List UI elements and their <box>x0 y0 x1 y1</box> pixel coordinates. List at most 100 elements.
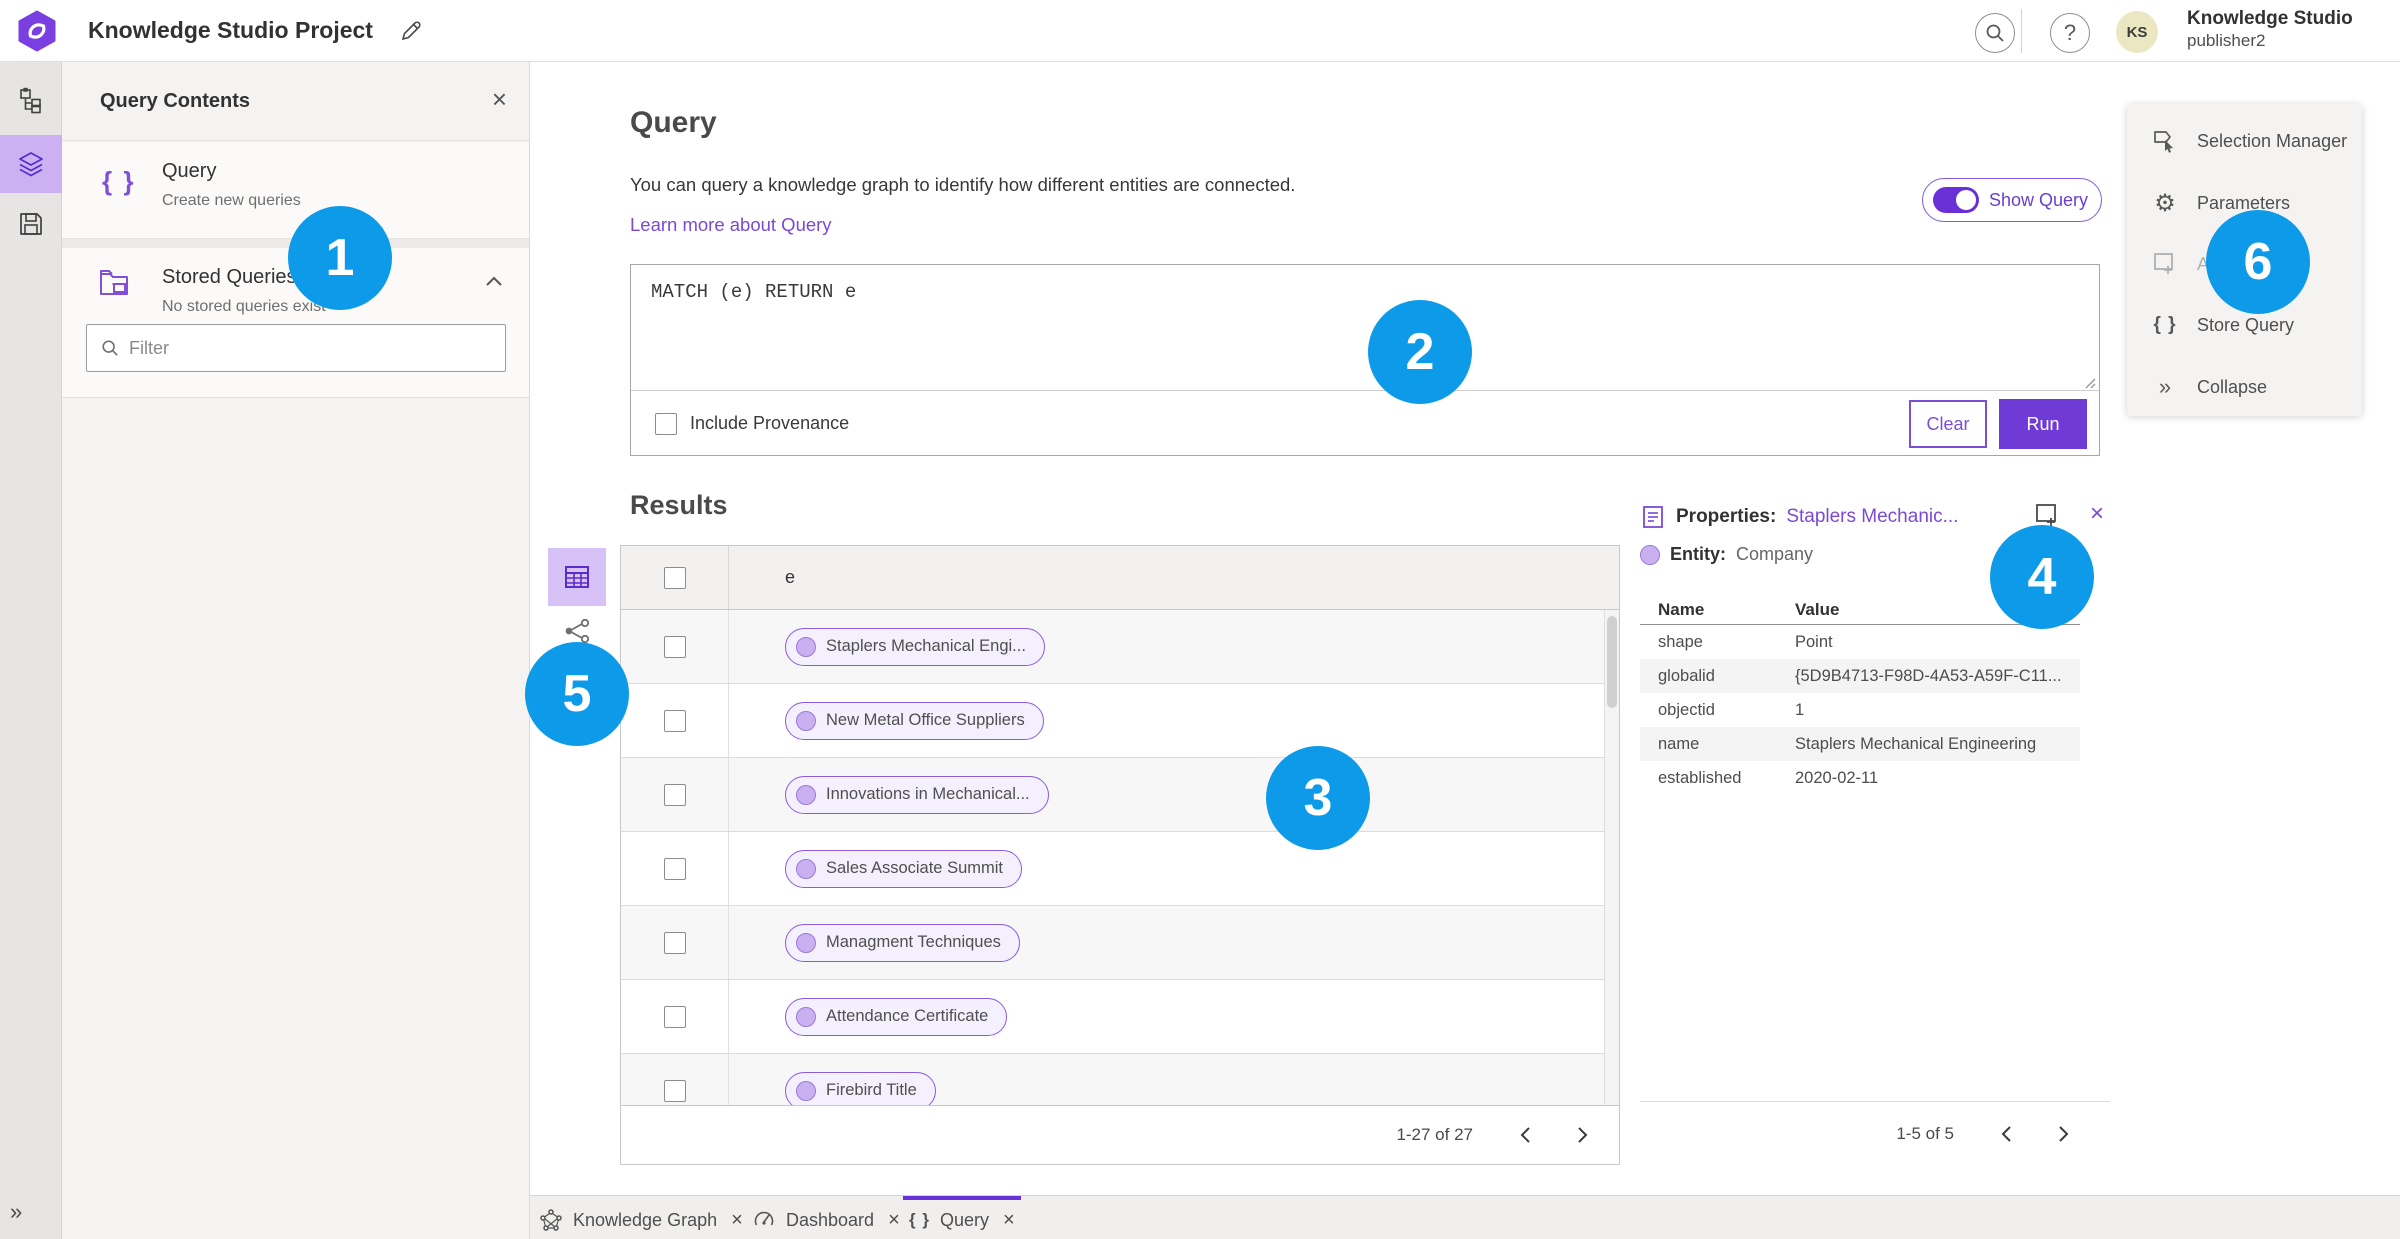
braces-icon: { } <box>909 1210 930 1229</box>
close-properties-icon[interactable]: × <box>2090 500 2104 528</box>
row-checkbox[interactable] <box>663 857 686 880</box>
collapse-button[interactable]: » Collapse <box>2127 356 2362 418</box>
table-row[interactable]: Sales Associate Summit <box>621 832 1619 906</box>
entity-dot-icon <box>1640 544 1660 565</box>
user-block[interactable]: Knowledge Studio publisher2 <box>2187 8 2353 51</box>
selection-manager-button[interactable]: Selection Manager <box>2127 110 2362 172</box>
table-icon <box>565 566 589 588</box>
sidebar-item-query[interactable]: { } Query Create new queries <box>62 142 529 239</box>
annotation-badge-3: 3 <box>1266 746 1370 850</box>
data-model-rail-button[interactable] <box>0 73 62 131</box>
entity-label: Entity: <box>1670 544 1726 564</box>
results-pagination: 1-27 of 27 <box>621 1105 1619 1164</box>
show-query-label: Show Query <box>1989 189 2089 210</box>
stored-queries-sublabel: No stored queries exist <box>162 298 326 315</box>
top-bar: Knowledge Studio Project ? KS Knowledge … <box>0 0 2400 62</box>
collapse-icon: » <box>2158 374 2172 399</box>
scrollbar-thumb[interactable] <box>1607 616 1617 708</box>
row-checkbox[interactable] <box>663 1005 686 1028</box>
entity-row: Entity: Company <box>1640 544 1813 565</box>
gear-icon: ⚙ <box>2154 189 2176 217</box>
stored-queries-icon <box>98 266 134 300</box>
property-row: shape Point <box>1640 625 2080 659</box>
resize-handle-icon[interactable] <box>2084 377 2096 389</box>
table-row[interactable]: Innovations in Mechanical... <box>621 758 1619 832</box>
search-icon <box>101 339 119 357</box>
row-checkbox[interactable] <box>663 635 686 658</box>
previous-page-icon[interactable] <box>2000 1125 2012 1143</box>
row-checkbox[interactable] <box>663 931 686 954</box>
close-tab-icon[interactable]: × <box>888 1209 900 1232</box>
braces-icon: { } <box>2153 314 2177 335</box>
entity-dot-icon <box>796 710 816 731</box>
show-query-toggle[interactable]: Show Query <box>1922 178 2102 222</box>
run-button[interactable]: Run <box>1999 399 2087 449</box>
entity-dot-icon <box>796 636 816 657</box>
entity-pill[interactable]: Attendance Certificate <box>785 997 1008 1036</box>
entity-pill[interactable]: Managment Techniques <box>785 923 1020 962</box>
query-textarea[interactable]: MATCH (e) RETURN e <box>631 265 2099 389</box>
app-logo-icon[interactable] <box>16 10 58 52</box>
chevron-up-icon[interactable] <box>485 276 503 287</box>
close-tab-icon[interactable]: × <box>731 1209 743 1232</box>
annotation-badge-5: 5 <box>525 642 629 746</box>
search-button[interactable] <box>1975 13 2015 53</box>
layers-rail-button[interactable] <box>0 135 62 193</box>
help-button[interactable]: ? <box>2050 13 2090 53</box>
table-row[interactable]: Attendance Certificate <box>621 980 1619 1054</box>
entity-dot-icon <box>796 1006 816 1027</box>
filter-input[interactable] <box>129 337 505 359</box>
data-model-icon <box>20 87 41 114</box>
expand-rail-button[interactable]: » <box>10 1199 22 1225</box>
entity-pill[interactable]: Firebird Title <box>785 1071 936 1107</box>
save-rail-button[interactable] <box>0 195 62 253</box>
next-page-icon[interactable] <box>2058 1125 2070 1143</box>
close-tab-icon[interactable]: × <box>1003 1209 1015 1232</box>
row-checkbox[interactable] <box>663 1079 686 1102</box>
table-row[interactable]: Firebird Title <box>621 1054 1619 1107</box>
annotation-badge-1: 1 <box>288 206 392 310</box>
tab-knowledge-graph[interactable]: Knowledge Graph × <box>533 1196 749 1239</box>
bottom-tab-bar: Knowledge Graph × Dashboard × { } Query … <box>530 1195 2400 1239</box>
entity-pill[interactable]: Sales Associate Summit <box>785 849 1022 888</box>
query-item-label: Query <box>162 160 217 182</box>
include-provenance-checkbox[interactable] <box>655 412 677 435</box>
entity-pill[interactable]: Innovations in Mechanical... <box>785 775 1049 814</box>
topbar-divider <box>2021 9 2022 53</box>
table-view-button[interactable] <box>548 548 606 606</box>
learn-more-link[interactable]: Learn more about Query <box>630 214 832 236</box>
query-editor: MATCH (e) RETURN e Include Provenance Cl… <box>630 264 2100 456</box>
entity-dot-icon <box>796 932 816 953</box>
property-row: globalid {5D9B4713-F98D-4A53-A59F-C11... <box>1640 659 2080 693</box>
properties-entity-link[interactable]: Staplers Mechanic... <box>1786 506 1958 528</box>
entity-pill[interactable]: New Metal Office Suppliers <box>785 701 1044 740</box>
select-all-checkbox[interactable] <box>663 566 686 589</box>
properties-icon <box>1643 506 1663 528</box>
table-row[interactable]: Managment Techniques <box>621 906 1619 980</box>
results-rows: Staplers Mechanical Engi... New Metal Of… <box>621 610 1619 1107</box>
link-chart-icon <box>565 618 590 644</box>
user-avatar[interactable]: KS <box>2116 11 2158 53</box>
edit-title-icon[interactable] <box>398 18 424 44</box>
left-rail: » <box>0 62 62 1239</box>
include-provenance-label: Include Provenance <box>690 413 850 433</box>
close-panel-icon[interactable]: × <box>492 86 507 112</box>
next-page-icon[interactable] <box>1577 1126 1589 1144</box>
clear-button[interactable]: Clear <box>1909 400 1987 448</box>
annotation-badge-4: 4 <box>1990 525 2094 629</box>
entity-dot-icon <box>796 784 816 805</box>
results-title: Results <box>630 490 728 520</box>
properties-page-info: 1-5 of 5 <box>1896 1123 1954 1143</box>
results-table-header: e <box>621 546 1619 610</box>
user-name: publisher2 <box>2187 30 2266 50</box>
table-row[interactable]: New Metal Office Suppliers <box>621 684 1619 758</box>
property-row: objectid 1 <box>1640 693 2080 727</box>
entity-pill[interactable]: Staplers Mechanical Engi... <box>785 627 1045 666</box>
tab-dashboard[interactable]: Dashboard × <box>746 1196 906 1239</box>
tab-query[interactable]: { } Query × <box>903 1196 1021 1239</box>
row-checkbox[interactable] <box>663 709 686 732</box>
entity-type: Company <box>1736 544 1814 564</box>
previous-page-icon[interactable] <box>1519 1126 1531 1144</box>
table-row[interactable]: Staplers Mechanical Engi... <box>621 610 1619 684</box>
row-checkbox[interactable] <box>663 783 686 806</box>
